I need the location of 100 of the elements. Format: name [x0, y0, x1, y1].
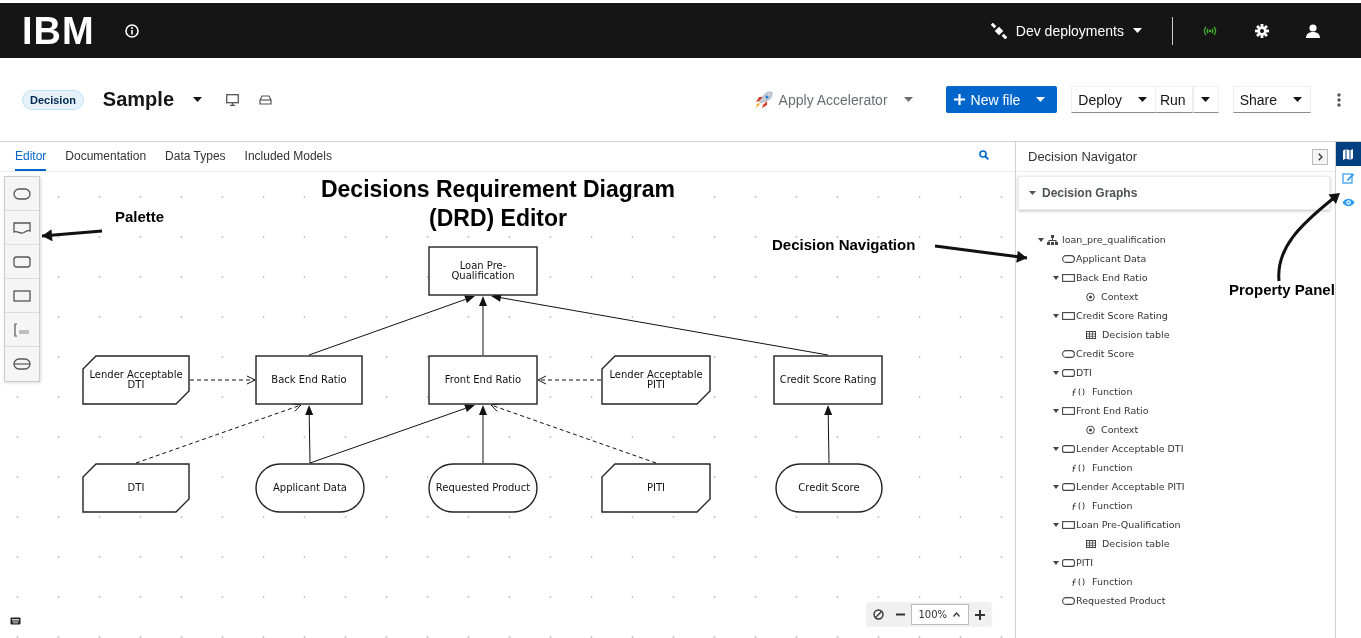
caret-icon [1201, 97, 1211, 102]
file-title: Sample [102, 88, 174, 111]
caret-icon[interactable] [1053, 408, 1059, 413]
caret-icon [193, 97, 202, 102]
tree-item[interactable]: Back End Ratio [1076, 272, 1148, 283]
caret-icon [903, 97, 913, 102]
input-data-tool-icon [13, 185, 31, 202]
input-data-node[interactable]: Requested Product [428, 463, 538, 513]
business-knowledge-icon [1062, 557, 1075, 568]
tree-item[interactable]: Function [1092, 576, 1133, 587]
knowledge-source-tool-icon [13, 219, 31, 236]
dropdown-button[interactable]: Deploy [1071, 86, 1156, 113]
decision-icon [1062, 272, 1075, 283]
tab[interactable]: Included Models [244, 149, 332, 171]
caret-icon[interactable] [1053, 313, 1059, 318]
caret-icon [1293, 97, 1302, 102]
tree-item[interactable]: Loan Pre-Qualification [1076, 519, 1181, 530]
section-header[interactable]: Decision Graphs [1018, 176, 1330, 210]
tree-item[interactable]: Credit Score [1076, 348, 1135, 359]
zoom-level-dropdown[interactable]: 100% [911, 604, 969, 625]
business-knowledge-icon [1062, 443, 1075, 454]
tree-item[interactable]: Function [1092, 386, 1133, 397]
dropdown-button[interactable]: Share [1232, 86, 1311, 113]
chevron-right-icon [1317, 152, 1323, 161]
caret-icon[interactable] [1038, 237, 1044, 242]
tree-item[interactable]: Credit Score Rating [1076, 310, 1168, 321]
decision-icon [1062, 519, 1075, 530]
tree-item[interactable]: PITI [1076, 557, 1094, 568]
caret-icon[interactable] [1053, 484, 1059, 489]
new-file-button[interactable]: New file [945, 86, 1058, 113]
bkm-node[interactable]: PITI [601, 463, 711, 513]
information-connector [824, 405, 833, 464]
no-entry-icon [872, 609, 884, 620]
tree-item[interactable]: Lender Acceptable DTI [1076, 443, 1184, 454]
tree-item[interactable]: Decision table [1102, 329, 1170, 340]
run-button[interactable]: Run [1155, 86, 1193, 113]
tree-item[interactable]: Function [1092, 462, 1133, 473]
settings-icon[interactable] [1255, 23, 1269, 38]
function-icon [1072, 576, 1088, 587]
tree-item[interactable]: Lender Acceptable PITI [1076, 481, 1185, 492]
business-knowledge-icon [1062, 481, 1075, 492]
deployments-dropdown[interactable]: Dev deployments [990, 22, 1142, 39]
logo[interactable]: IBM [22, 10, 95, 51]
target-icon [1086, 291, 1095, 302]
function-icon [1072, 386, 1088, 397]
input-data-icon [1062, 253, 1075, 264]
bkm-node[interactable]: DTI [82, 463, 190, 513]
tree-item[interactable]: loan_pre_qualification [1062, 234, 1166, 245]
run-dropdown-toggle[interactable] [1192, 86, 1219, 113]
accelerator-dropdown[interactable]: Apply Accelerator [754, 90, 913, 109]
function-icon [1072, 500, 1088, 511]
caret-icon[interactable] [1053, 522, 1059, 527]
tree-item[interactable]: Requested Product [1076, 595, 1166, 606]
info-icon[interactable] [124, 23, 139, 38]
tab[interactable]: Documentation [65, 149, 147, 171]
caret-icon[interactable] [1053, 370, 1059, 375]
plus-icon [975, 609, 985, 620]
rocket-icon [754, 90, 773, 109]
tree-item[interactable]: Front End Ratio [1076, 405, 1149, 416]
input-data-node[interactable]: Credit Score [775, 463, 883, 513]
map-icon [1342, 147, 1355, 161]
user-icon[interactable] [1306, 23, 1320, 38]
tree-item[interactable]: DTI [1076, 367, 1092, 378]
keyboard-icon[interactable] [10, 617, 21, 625]
tab[interactable]: Editor [15, 149, 47, 171]
tab[interactable]: Data Types [165, 149, 226, 171]
caret-icon [1137, 97, 1147, 102]
broadcast-icon[interactable] [1202, 24, 1218, 37]
kebab-menu-icon[interactable] [1337, 92, 1341, 107]
business-knowledge-tool-icon [13, 253, 31, 270]
decision-node[interactable]: Front End Ratio [428, 355, 538, 405]
bkm-node[interactable]: Lender Acceptable PITI [601, 355, 711, 405]
tree-item[interactable]: Function [1092, 500, 1133, 511]
caret-icon[interactable] [1053, 560, 1059, 565]
decision-node[interactable]: Back End Ratio [255, 355, 363, 405]
target-icon [1086, 424, 1095, 435]
caret-icon[interactable] [1053, 275, 1059, 280]
tree-item[interactable]: Applicant Data [1076, 253, 1147, 264]
drive-icon [259, 94, 272, 105]
tree-item[interactable]: Decision table [1102, 538, 1170, 549]
side-panel-tab[interactable] [1336, 142, 1361, 166]
caret-icon [1036, 97, 1046, 102]
plus-icon [953, 94, 965, 105]
decision-node[interactable]: Credit Score Rating [773, 355, 883, 405]
function-icon [1072, 462, 1088, 473]
decision-node[interactable]: Loan Pre-Qualification [428, 246, 538, 296]
diagram-graph-icon [1047, 234, 1058, 245]
collapse-panel-button[interactable] [1312, 148, 1328, 165]
decision-service-tool-icon [13, 356, 31, 372]
input-data-node[interactable]: Applicant Data [255, 463, 365, 513]
chevron-up-icon [953, 612, 960, 617]
tree-item[interactable]: Context [1101, 291, 1139, 302]
bkm-node[interactable]: Lender Acceptable DTI [82, 355, 190, 405]
search-icon[interactable] [979, 150, 989, 160]
callout-label: Decision Navigation [772, 236, 916, 253]
caret-icon[interactable] [1053, 446, 1059, 451]
callout-label: Property Panel [1229, 281, 1335, 298]
tree-item[interactable]: Context [1101, 424, 1139, 435]
table-icon [1086, 538, 1096, 549]
callout-arrow [41, 229, 103, 242]
